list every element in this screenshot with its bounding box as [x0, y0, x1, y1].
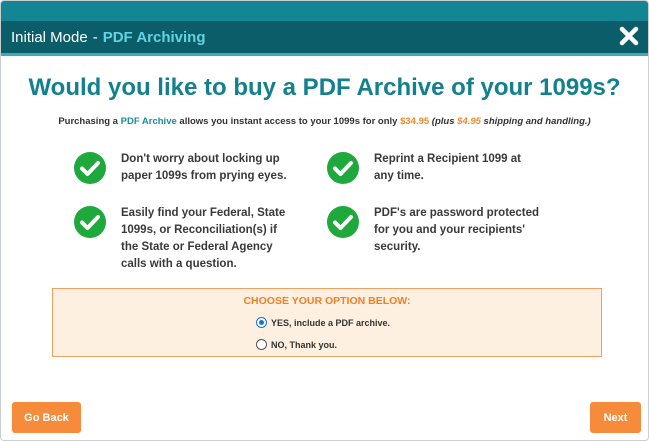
- check-circle-icon: [74, 152, 106, 184]
- shipping-close: shipping and handling.): [480, 116, 591, 127]
- feature-item: Reprint a Recipient 1099 at any time.: [326, 151, 556, 185]
- feature-item: Don't worry about locking up paper 1099s…: [73, 151, 303, 185]
- radio-yes[interactable]: [256, 317, 267, 328]
- dialog-window: Initial Mode - PDF Archiving Would you l…: [0, 0, 649, 441]
- feature-text: Don't worry about locking up paper 1099s…: [121, 153, 287, 182]
- option-no-label[interactable]: NO, Thank you.: [271, 340, 337, 350]
- titlebar: Initial Mode - PDF Archiving: [1, 21, 648, 53]
- options-panel: CHOOSE YOUR OPTION BELOW: YES, include a…: [52, 288, 602, 357]
- feature-item: Easily find your Federal, State 1099s, o…: [73, 205, 303, 273]
- offer-shipping: (plus $4.95 shipping and handling.): [429, 116, 591, 127]
- offer-product: PDF Archive: [120, 116, 177, 127]
- offer-text-2: allows you instant access to your 1099s …: [176, 116, 401, 127]
- check-circle-icon: [74, 206, 106, 238]
- radio-no[interactable]: [256, 339, 267, 350]
- close-x-icon[interactable]: [618, 25, 640, 47]
- option-yes-label[interactable]: YES, include a PDF archive.: [271, 318, 390, 328]
- check-circle-icon: [327, 206, 359, 238]
- offer-price: $34.95: [400, 116, 430, 127]
- next-button[interactable]: Next: [590, 402, 641, 433]
- options-title: CHOOSE YOUR OPTION BELOW:: [243, 295, 411, 307]
- titlebar-underline: [1, 53, 648, 56]
- page-headline: Would you like to buy a PDF Archive of y…: [28, 74, 621, 101]
- title-separator: -: [92, 28, 98, 46]
- shipping-open: (plus: [429, 116, 458, 127]
- feature-text: PDF's are password protected for you and…: [374, 207, 540, 253]
- check-circle-icon: [327, 152, 359, 184]
- titlebar-stripe: [1, 1, 648, 21]
- feature-text: Easily find your Federal, State 1099s, o…: [121, 207, 286, 270]
- feature-item: PDF's are password protected for you and…: [326, 205, 556, 256]
- offer-description: Purchasing a PDF Archive allows you inst…: [1, 116, 648, 127]
- option-yes[interactable]: YES, include a PDF archive.: [256, 317, 390, 328]
- offer-text-1: Purchasing a: [58, 116, 121, 127]
- option-no[interactable]: NO, Thank you.: [256, 339, 337, 350]
- dialog-title: Initial Mode: [11, 28, 88, 46]
- feature-text: Reprint a Recipient 1099 at any time.: [374, 153, 521, 182]
- dialog-subtitle: PDF Archiving: [102, 28, 206, 46]
- go-back-button[interactable]: Go Back: [12, 402, 81, 433]
- shipping-price: $4.95: [457, 116, 481, 127]
